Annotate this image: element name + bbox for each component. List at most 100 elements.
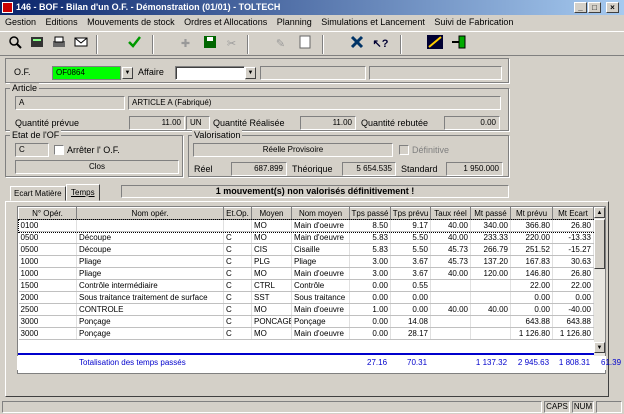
new-page-icon[interactable] [294, 35, 315, 54]
status-num: NUM [572, 401, 594, 413]
menu-editions[interactable]: Editions [46, 17, 78, 27]
save-icon[interactable] [199, 35, 220, 54]
table-cell: 40.00 [430, 267, 471, 280]
table-cell: C [223, 255, 252, 268]
col-header-tps-passe[interactable]: Tps passé [349, 207, 391, 220]
minimize-button[interactable]: _ [574, 2, 587, 13]
affaire-dropdown-icon[interactable]: ▼ [245, 67, 256, 79]
total-mt-prevu: 2 945.63 [517, 357, 550, 367]
table-cell: 0.00 [349, 279, 391, 292]
total-pct-ecart: 61.39 [601, 357, 622, 367]
table-cell: 40.00 [430, 219, 471, 232]
scroll-down-icon[interactable]: ▼ [594, 342, 605, 353]
maximize-button[interactable]: □ [588, 2, 601, 13]
col-header-mt-ecart[interactable]: Mt Ecart [552, 207, 594, 220]
tools-icon[interactable] [346, 35, 367, 54]
table-cell [430, 279, 471, 292]
table-cell: 0.00 [349, 291, 391, 304]
print-icon[interactable] [48, 35, 69, 54]
edit-icon[interactable]: ✎ [270, 35, 291, 54]
table-cell: 3000 [18, 327, 77, 340]
table-row[interactable]: 1500 Contrôle intermédiaire C CTRL Contrôle 0… [18, 279, 605, 292]
mail-icon[interactable] [70, 35, 91, 54]
of-dropdown-icon[interactable]: ▼ [122, 67, 133, 79]
table-row[interactable]: 1000 Pliage C PLG Pliage 3.00 3.67 45.73 137.20 1… [18, 255, 605, 268]
help-icon[interactable]: ↖? [370, 35, 391, 54]
table-row[interactable]: 0100 MO Main d'oeuvre 8.50 9.17 40.00 340.00 36… [18, 218, 605, 233]
table-cell: 0.00 [552, 291, 594, 304]
table-cell: 28.17 [390, 327, 431, 340]
table-row[interactable]: 0500 Découpe C MO Main d'oeuvre 5.83 5.50 40.00… [18, 231, 605, 244]
validate-ok-icon[interactable] [124, 35, 145, 54]
table-cell: Main d'oeuvre [291, 327, 350, 340]
affaire-extra-field [369, 66, 502, 80]
table-row[interactable]: 2000 Sous traitance traitement de surface… [18, 291, 605, 304]
arreter-checkbox[interactable] [54, 145, 64, 155]
scroll-up-icon[interactable]: ▲ [594, 207, 605, 218]
table-cell: 266.79 [470, 243, 511, 256]
exit-icon[interactable] [448, 35, 469, 54]
col-header-taux-reel[interactable]: Taux réel [430, 207, 471, 220]
col-header-etat-op[interactable]: Et.Op. [223, 207, 252, 220]
total-separator [18, 353, 594, 355]
table-cell: 22.00 [510, 279, 553, 292]
menu-gestion[interactable]: Gestion [5, 17, 36, 27]
total-tps-prevu: 70.31 [407, 357, 428, 367]
col-header-mt-prevu[interactable]: Mt prévu [510, 207, 553, 220]
col-header-mt-passe[interactable]: Mt passé [470, 207, 511, 220]
col-header-tps-prevu[interactable]: Tps prévu [390, 207, 431, 220]
cut-icon[interactable]: ✂ [221, 35, 242, 54]
table-cell: Sous traitance traitement de surface [76, 291, 224, 304]
table-cell [470, 327, 511, 340]
qte-realisee-field: 11.00 [300, 116, 356, 130]
table-cell: 340.00 [470, 219, 511, 232]
table-cell: Main d'oeuvre [291, 231, 350, 244]
table-cell: 0500 [18, 243, 77, 256]
menu-suivi[interactable]: Suivi de Fabrication [434, 17, 513, 27]
table-cell: 0.55 [390, 279, 431, 292]
valorisation-mode-field: Réelle Provisoire [193, 143, 393, 157]
standard-field: 1 950.000 [446, 162, 503, 176]
calculator-icon[interactable] [26, 35, 47, 54]
table-row[interactable]: 0500 Découpe C CIS Cisaille 5.83 5.50 45.73 266.… [18, 243, 605, 256]
table-row[interactable]: 3000 Ponçage C PONCAGE Ponçage 0.00 14.08 643.8… [18, 315, 605, 328]
table-cell: CIS [251, 243, 292, 256]
col-header-nom-moyen[interactable]: Nom moyen [291, 207, 350, 220]
table-cell: 8.50 [349, 219, 391, 232]
pen-icon[interactable] [424, 35, 445, 54]
table-cell: MO [251, 303, 292, 316]
status-empty-panel [596, 401, 622, 413]
menu-mouvements[interactable]: Mouvements de stock [87, 17, 175, 27]
table-cell: 3.67 [390, 255, 431, 268]
table-cell: PONCAGE [251, 315, 292, 328]
zoom-icon[interactable] [4, 35, 25, 54]
table-cell: 120.00 [470, 267, 511, 280]
table-cell: 40.00 [430, 303, 471, 316]
table-row[interactable]: 2500 CONTROLE C MO Main d'oeuvre 1.00 0.00 40.0… [18, 303, 605, 316]
definitive-label: Définitive [412, 145, 450, 155]
affaire-input[interactable] [175, 66, 245, 80]
tab-ecart-matiere[interactable]: Ecart Matière [10, 186, 66, 201]
table-cell: Contrôle [291, 279, 350, 292]
col-header-moyen[interactable]: Moyen [251, 207, 292, 220]
table-cell: Découpe [76, 231, 224, 244]
col-header-nom-oper[interactable]: Nom opér. [76, 207, 224, 220]
table-cell: -13.33 [552, 231, 594, 244]
table-cell: C [223, 267, 252, 280]
tab-temps[interactable]: Temps [66, 184, 100, 201]
table-cell: 0100 [18, 219, 77, 232]
close-button[interactable]: × [606, 2, 619, 13]
table-row[interactable]: 3000 Ponçage C MO Main d'oeuvre 0.00 28.17 1 12… [18, 327, 605, 340]
col-header-num-oper[interactable]: N° Opér. [18, 207, 77, 220]
scroll-thumb[interactable] [594, 219, 605, 269]
menu-simulations[interactable]: Simulations et Lancement [321, 17, 425, 27]
table-row[interactable]: 1000 Pliage C MO Main d'oeuvre 3.00 3.67 40.00 1… [18, 267, 605, 280]
table-cell: Sous traitance [291, 291, 350, 304]
menu-ordres[interactable]: Ordres et Allocations [184, 17, 267, 27]
add-icon[interactable]: ✚ [175, 35, 196, 54]
theorique-field: 5 654.535 [342, 162, 396, 176]
of-input[interactable]: OF0864 [52, 66, 121, 80]
definitive-checkbox[interactable] [399, 145, 409, 155]
window-title: 146 - BOF - Bilan d'un O.F. - Démonstrat… [16, 2, 281, 12]
menu-planning[interactable]: Planning [277, 17, 312, 27]
